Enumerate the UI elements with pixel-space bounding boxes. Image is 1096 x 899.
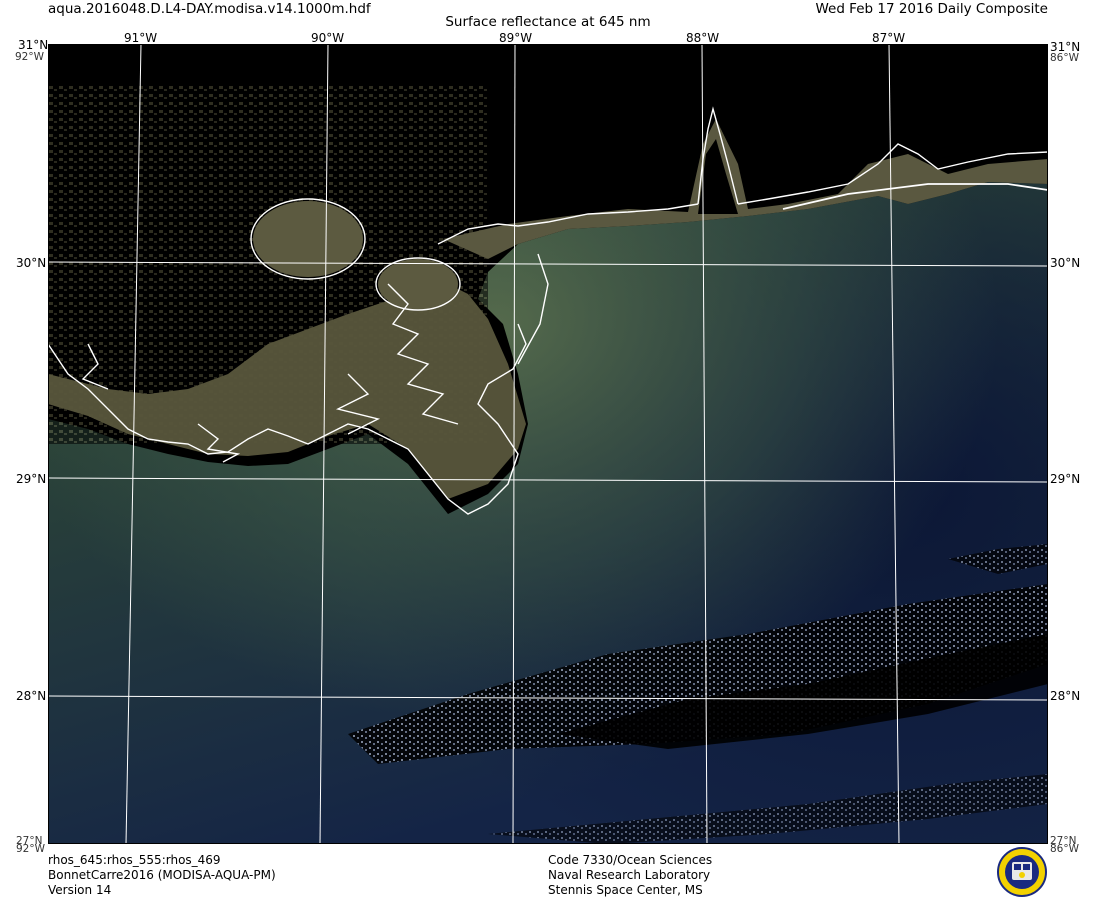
reflectance-map[interactable] — [48, 44, 1048, 844]
lake-pontchartrain — [253, 201, 363, 277]
lon-label-87w: 87°W — [872, 31, 906, 45]
lon-label-90w: 90°W — [311, 31, 345, 45]
corner-label-bl-lon: 92°W — [16, 843, 45, 855]
footer-org-name: Naval Research Laboratory — [548, 868, 711, 882]
lat-label-left-28n: 28°N — [16, 689, 47, 703]
lake-borgne-land — [378, 259, 458, 309]
nrl-seal-icon — [997, 847, 1047, 897]
corner-label-tr-lon: 86°W — [1050, 52, 1079, 64]
lon-label-88w: 88°W — [686, 31, 720, 45]
lat-label-right-30n: 30°N — [1050, 256, 1081, 270]
footer-version: Version 14 — [48, 883, 112, 897]
lat-label-right-28n: 28°N — [1050, 689, 1081, 703]
lon-label-89w: 89°W — [499, 31, 533, 45]
footer-org-location: Stennis Space Center, MS — [548, 883, 703, 897]
lon-label-91w: 91°W — [124, 31, 158, 45]
footer-bands: rhos_645:rhos_555:rhos_469 — [48, 853, 221, 867]
corner-label-tl: 31°N — [18, 38, 49, 52]
lat-label-right-29n: 29°N — [1050, 472, 1081, 486]
footer-org-code: Code 7330/Ocean Sciences — [548, 853, 713, 867]
corner-label-br-lon: 86°W — [1050, 843, 1079, 855]
corner-label-tl-lon: 92°W — [15, 51, 44, 63]
lat-label-left-30n: 30°N — [16, 256, 47, 270]
composite-date: Wed Feb 17 2016 Daily Composite — [815, 1, 1048, 17]
lat-label-left-29n: 29°N — [16, 472, 47, 486]
footer-dataset: BonnetCarre2016 (MODISA-AQUA-PM) — [48, 868, 276, 882]
